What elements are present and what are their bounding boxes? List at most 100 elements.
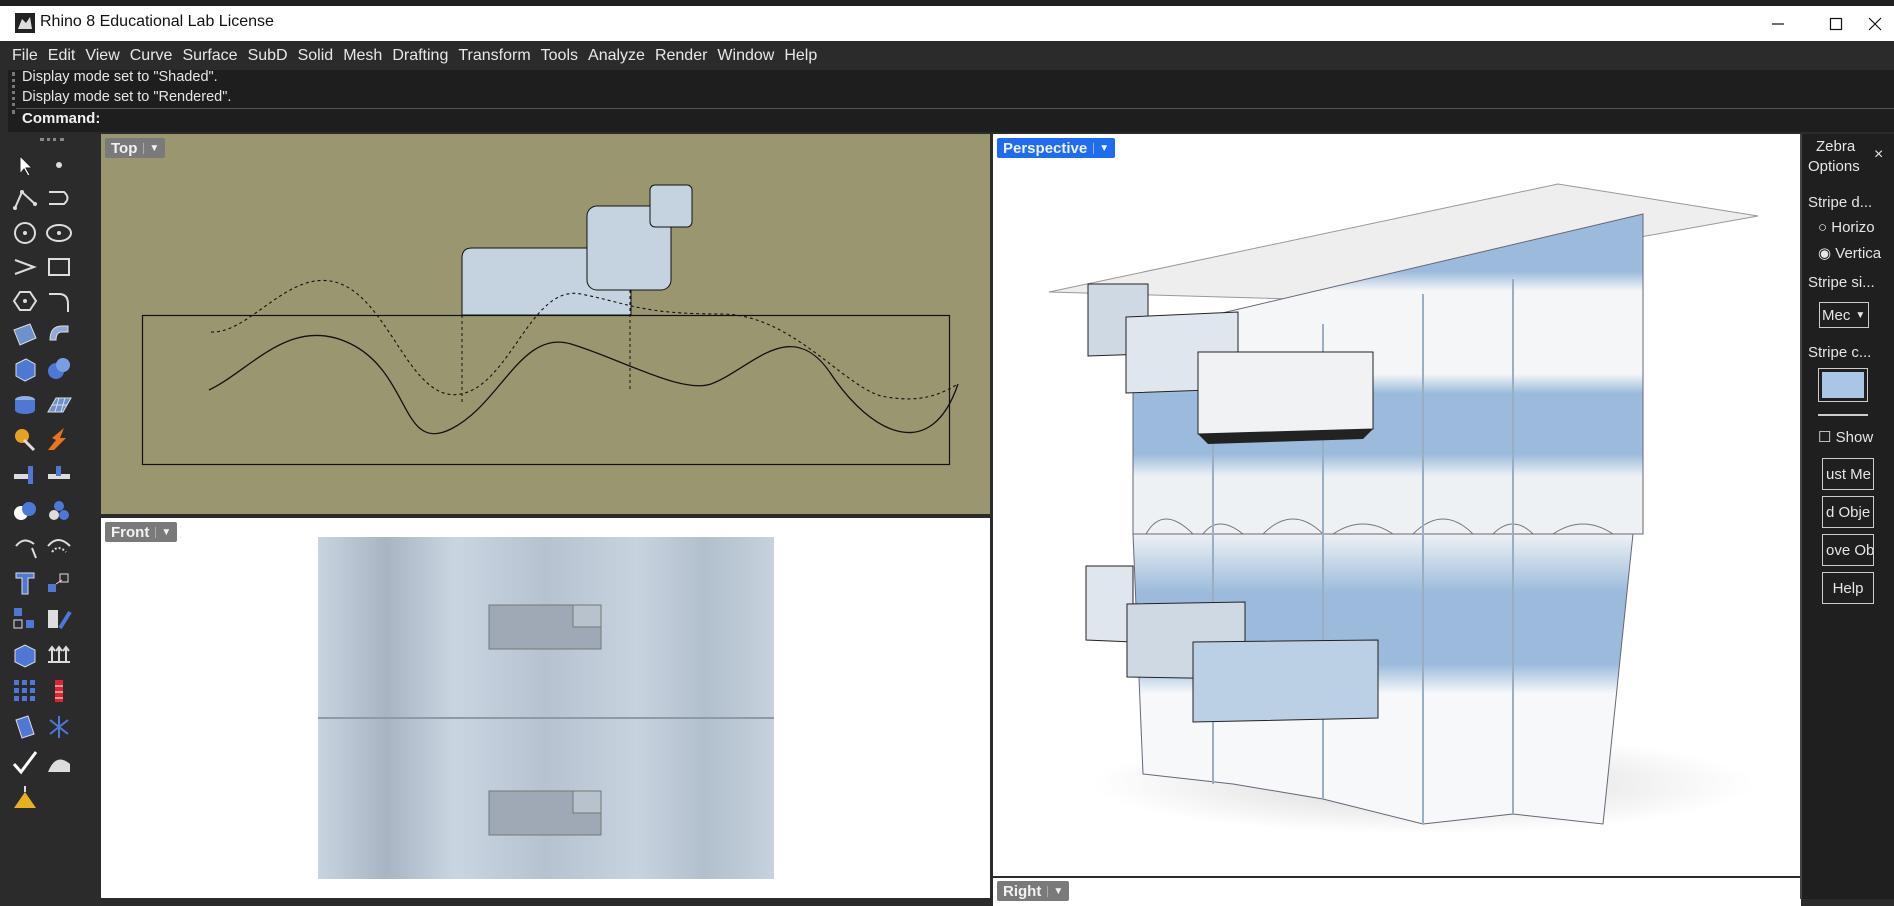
minimize-button[interactable] <box>1750 6 1806 41</box>
dimension-icon[interactable] <box>44 676 74 706</box>
layer-box-icon[interactable] <box>10 640 40 670</box>
select-arrow-icon[interactable] <box>10 150 40 180</box>
stripe-size-value: Mec <box>1822 306 1851 324</box>
menu-transform[interactable]: Transform <box>458 47 538 65</box>
show-label: Show <box>1835 429 1874 446</box>
cylinder-icon[interactable] <box>10 390 40 420</box>
adjust-mesh-button[interactable]: ust Me <box>1822 458 1874 490</box>
menu-surface[interactable]: Surface <box>182 47 245 65</box>
title-bar <box>0 6 1894 41</box>
surface-icon[interactable] <box>10 320 40 350</box>
window-title: Rhino 8 Educational Lab License <box>40 13 274 30</box>
front-view-render <box>318 537 774 879</box>
rhino-app-icon <box>15 13 35 33</box>
trim-icon[interactable] <box>44 460 74 490</box>
array-icon[interactable] <box>10 604 40 634</box>
fillet-icon[interactable] <box>44 286 74 316</box>
panel-title-line: Zebra <box>1816 138 1856 155</box>
check-icon[interactable] <box>10 748 40 778</box>
command-area <box>8 70 1894 132</box>
remove-objects-button[interactable]: ove Ob <box>1822 534 1874 566</box>
extrude-icon[interactable] <box>44 640 74 670</box>
command-history-line: Display mode set to "Shaded". <box>22 69 218 85</box>
panel-title-line: Options <box>1808 158 1860 175</box>
stripe-direction-label: Stripe d... <box>1808 194 1873 211</box>
menu-curve[interactable]: Curve <box>130 47 181 65</box>
edit-pencil-icon[interactable] <box>44 604 74 634</box>
menu-edit[interactable]: Edit <box>48 47 84 65</box>
text-icon[interactable] <box>10 568 40 598</box>
vertical-radio[interactable]: ◉ Vertica <box>1818 244 1881 262</box>
rotate-icon[interactable] <box>10 532 40 562</box>
scale-icon[interactable] <box>44 568 74 598</box>
vertical-label: Vertica <box>1835 245 1882 262</box>
point-icon[interactable] <box>44 150 74 180</box>
circle-icon[interactable] <box>10 218 40 248</box>
box-icon[interactable] <box>10 354 40 384</box>
add-objects-button[interactable]: d Obje <box>1822 496 1874 528</box>
menu-mesh[interactable]: Mesh <box>343 47 390 65</box>
menu-drafting[interactable]: Drafting <box>392 47 456 65</box>
chevron-down-icon: ▼ <box>143 142 159 154</box>
revolve-icon[interactable] <box>44 320 74 350</box>
panel-close-icon[interactable]: × <box>1874 146 1883 164</box>
viewport-right[interactable]: Right ▼ <box>993 878 1801 906</box>
chevron-down-icon: ▼ <box>155 526 171 538</box>
transform-gear-icon[interactable] <box>10 424 40 454</box>
polygon-icon[interactable] <box>10 286 40 316</box>
stripe-color-swatch[interactable] <box>1818 368 1868 402</box>
explode-icon[interactable] <box>44 424 74 454</box>
show-checkbox[interactable]: ☐ Show <box>1818 428 1873 446</box>
split-icon[interactable] <box>10 460 40 490</box>
render-icon[interactable] <box>10 784 40 814</box>
menu-analyze[interactable]: Analyze <box>588 47 653 65</box>
stripe-size-select[interactable]: Mec ▼ <box>1819 302 1869 328</box>
panel-divider <box>1818 414 1868 416</box>
group-icon[interactable] <box>44 496 74 526</box>
arc-icon[interactable] <box>10 252 40 282</box>
menu-bar: File Edit View Curve Surface SubD Solid … <box>0 41 1894 70</box>
help-button[interactable]: Help <box>1822 572 1874 604</box>
rectangle-icon[interactable] <box>44 252 74 282</box>
menu-file[interactable]: File <box>12 47 46 65</box>
menu-window[interactable]: Window <box>717 47 782 65</box>
viewport-tab-front[interactable]: Front ▼ <box>105 522 178 542</box>
viewport-front[interactable]: Front ▼ <box>101 518 990 898</box>
menu-help[interactable]: Help <box>784 47 825 65</box>
join-icon[interactable] <box>10 496 40 526</box>
viewport-label: Top <box>111 139 138 157</box>
menu-solid[interactable]: Solid <box>298 47 342 65</box>
mesh-plane-icon[interactable] <box>44 390 74 420</box>
offset-icon[interactable] <box>44 532 74 562</box>
toolbar-grip[interactable] <box>40 138 64 144</box>
curve-icon[interactable] <box>44 184 74 214</box>
ellipse-icon[interactable] <box>44 218 74 248</box>
boolean-union-icon[interactable] <box>44 354 74 384</box>
viewport-label: Perspective <box>1003 139 1088 157</box>
perspective-render <box>1048 183 1759 834</box>
chevron-down-icon: ▼ <box>1855 309 1866 321</box>
viewport-tab-perspective[interactable]: Perspective ▼ <box>997 138 1116 158</box>
grid-array-icon[interactable] <box>10 676 40 706</box>
polyline-icon[interactable] <box>10 184 40 214</box>
chevron-down-icon: ▼ <box>1093 142 1109 154</box>
radio-icon: ○ <box>1818 219 1828 236</box>
close-icon <box>1868 17 1882 30</box>
viewport-top[interactable]: Top ▼ <box>101 134 990 514</box>
chevron-down-icon: ▼ <box>1047 885 1063 897</box>
menu-view[interactable]: View <box>85 47 127 65</box>
horizontal-radio[interactable]: ○ Horizo <box>1818 219 1875 236</box>
viewport-tab-right[interactable]: Right ▼ <box>997 881 1070 901</box>
menu-tools[interactable]: Tools <box>541 47 586 65</box>
analyze-icon[interactable] <box>10 712 40 742</box>
viewport-tab-top[interactable]: Top ▼ <box>105 138 166 158</box>
shade-icon[interactable] <box>44 748 74 778</box>
viewport-perspective[interactable]: Perspective ▼ <box>993 134 1801 876</box>
menu-subd[interactable]: SubD <box>248 47 296 65</box>
command-prompt[interactable]: Command: <box>22 110 100 127</box>
color-swatch-fill <box>1822 372 1864 398</box>
close-button[interactable] <box>1856 6 1894 41</box>
mesh-tools-icon[interactable] <box>44 712 74 742</box>
menu-render[interactable]: Render <box>655 47 715 65</box>
stripe-size-label: Stripe si... <box>1808 274 1875 291</box>
